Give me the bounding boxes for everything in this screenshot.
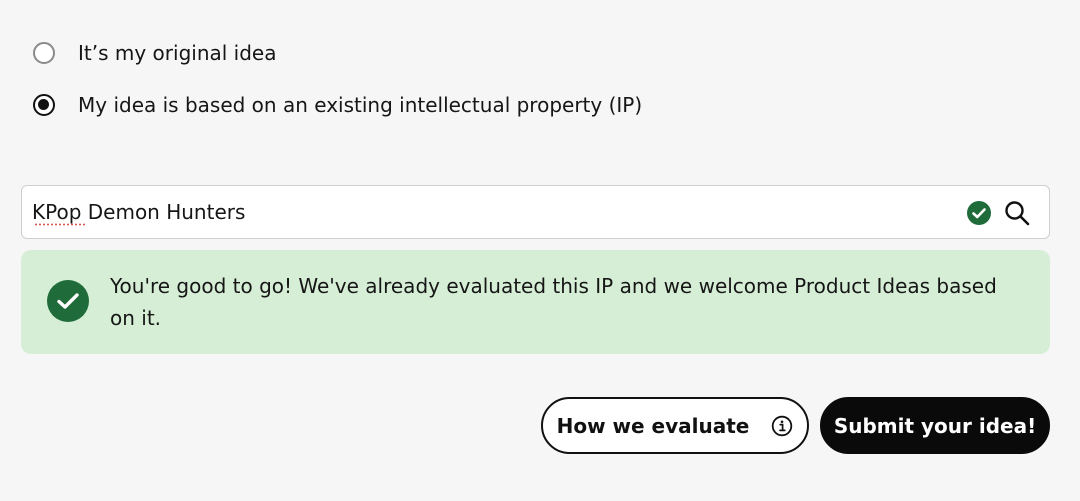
radio-button-original[interactable] [33,42,55,64]
radio-label-original: It’s my original idea [78,41,277,65]
check-circle-icon [47,280,89,322]
radio-selected-dot [38,99,49,110]
radio-option-existing-ip[interactable]: My idea is based on an existing intellec… [33,92,642,118]
search-icon[interactable] [1003,199,1031,227]
submit-idea-label: Submit your idea! [833,413,1037,438]
ip-search-box [21,185,1050,239]
radio-option-original-idea[interactable]: It’s my original idea [33,40,276,66]
spellcheck-underline [34,223,86,226]
submit-idea-button[interactable]: Submit your idea! [820,397,1050,454]
success-message-text: You're good to go! We've already evaluat… [110,274,997,330]
success-message-banner: You're good to go! We've already evaluat… [21,250,1050,354]
radio-button-existing-ip[interactable] [33,94,55,116]
check-circle-icon [967,201,991,225]
ip-search-input[interactable] [32,186,932,237]
radio-label-existing-ip: My idea is based on an existing intellec… [78,93,643,117]
how-we-evaluate-label: How we evaluate [556,413,750,438]
how-we-evaluate-button[interactable]: How we evaluate [541,397,809,454]
info-icon [772,415,793,436]
